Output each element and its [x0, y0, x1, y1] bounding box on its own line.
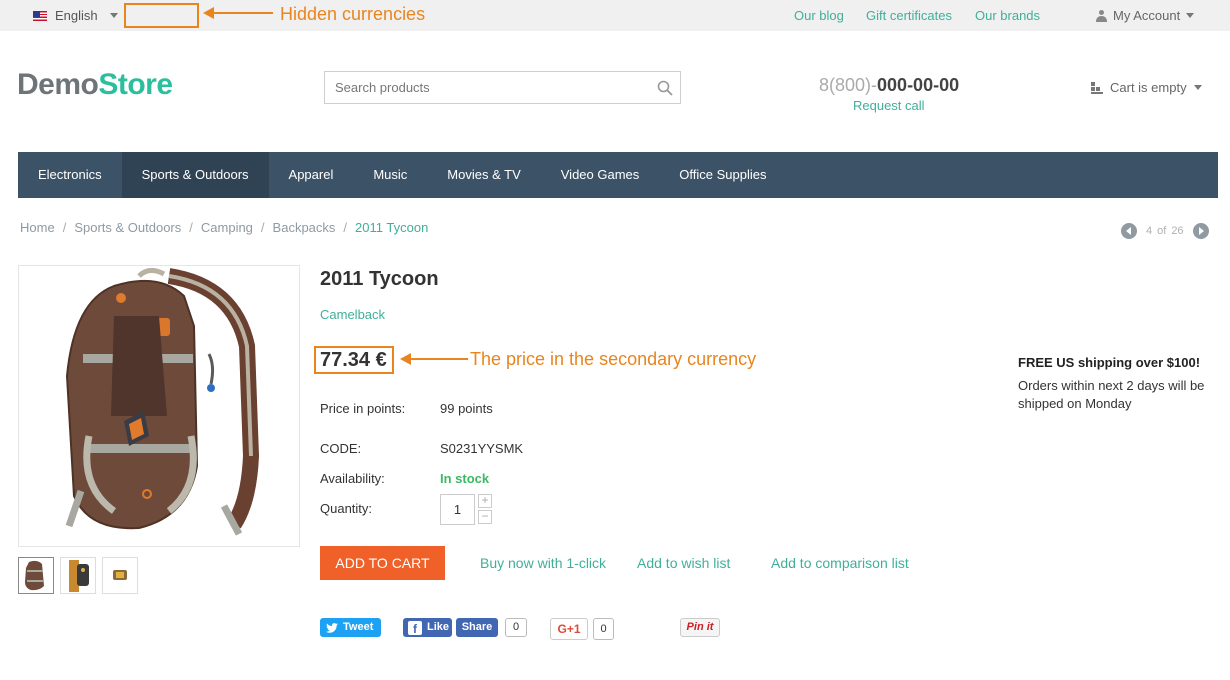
my-account-menu[interactable]: My Account [1096, 8, 1195, 23]
like-label: Like [427, 621, 450, 633]
quantity-label: Quantity: [320, 501, 373, 516]
chevron-down-icon [1186, 13, 1195, 18]
pager-total: 26 [1171, 225, 1184, 237]
nav-item-movies-tv[interactable]: Movies & TV [427, 152, 540, 198]
phone-digits: 000-00-00 [877, 75, 960, 95]
breadcrumb: Home / Sports & Outdoors / Camping / Bac… [20, 220, 428, 235]
hidden-currencies-highlight [124, 3, 199, 28]
logo-store: Store [98, 68, 173, 101]
main-navigation: Electronics Sports & Outdoors Apparel Mu… [18, 152, 1218, 198]
gplus-label: +1 [566, 621, 581, 636]
facebook-like-button[interactable]: f Like [403, 618, 452, 637]
breadcrumb-separator: / [62, 220, 67, 235]
add-to-comparison-list-link[interactable]: Add to comparison list [771, 555, 909, 571]
cart-label: Cart is empty [1110, 80, 1187, 95]
nav-item-electronics[interactable]: Electronics [18, 152, 122, 198]
code-label: CODE: [320, 441, 362, 456]
search-input[interactable] [325, 72, 625, 103]
link-our-blog[interactable]: Our blog [794, 8, 844, 23]
pinterest-pin-it-button[interactable]: Pin it [680, 618, 720, 637]
product-pager: 4 of 26 [1121, 223, 1209, 239]
nav-item-sports-outdoors[interactable]: Sports & Outdoors [121, 152, 269, 198]
quantity-decrease-button[interactable]: − [478, 510, 492, 524]
language-label: English [55, 8, 98, 23]
google-plus-count: 0 [593, 618, 614, 640]
code-value: S0231YYSMK [440, 441, 524, 456]
product-price: 77.34 € [320, 349, 387, 371]
facebook-share-count: 0 [505, 618, 527, 637]
phone-number: 8(800)-000-00-00 [819, 75, 959, 96]
breadcrumb-current: 2011 Tycoon [355, 220, 429, 235]
phone-prefix: 8(800)- [819, 75, 878, 95]
search-box [324, 71, 681, 104]
request-call-link[interactable]: Request call [853, 98, 925, 113]
nav-item-video-games[interactable]: Video Games [541, 152, 660, 198]
link-our-brands[interactable]: Our brands [975, 8, 1040, 23]
chevron-down-icon [109, 13, 118, 18]
previous-product-button[interactable] [1121, 223, 1137, 239]
pager-current: 4 [1146, 225, 1153, 237]
user-icon [1096, 9, 1107, 22]
shipping-title: FREE US shipping over $100! [1018, 355, 1201, 370]
us-flag-icon [33, 10, 47, 21]
buy-now-one-click-link[interactable]: Buy now with 1-click [480, 555, 606, 571]
breadcrumb-camping[interactable]: Camping [201, 220, 253, 235]
logo[interactable]: DemoStore [17, 68, 173, 102]
availability-status: In stock [440, 471, 490, 486]
chevron-down-icon [1193, 85, 1202, 90]
logo-demo: Demo [17, 68, 99, 101]
tweet-button[interactable]: Tweet [320, 618, 381, 637]
cart-icon [1091, 81, 1103, 94]
nav-item-office-supplies[interactable]: Office Supplies [659, 152, 786, 198]
shipping-text: Orders within next 2 days will be shippe… [1018, 378, 1205, 411]
product-thumbnail-3[interactable] [102, 557, 138, 594]
breadcrumb-sports-outdoors[interactable]: Sports & Outdoors [74, 220, 181, 235]
product-thumbnail-2[interactable] [60, 557, 96, 594]
quantity-increase-button[interactable]: + [478, 494, 492, 508]
pager-of: of [1157, 225, 1167, 237]
breadcrumb-separator: / [260, 220, 265, 235]
link-gift-certificates[interactable]: Gift certificates [866, 8, 952, 23]
annotation-arrow [400, 353, 468, 365]
nav-item-music[interactable]: Music [353, 152, 427, 198]
breadcrumb-separator: / [343, 220, 348, 235]
tweet-label: Tweet [343, 621, 374, 633]
breadcrumb-backpacks[interactable]: Backpacks [273, 220, 336, 235]
breadcrumb-home[interactable]: Home [20, 220, 55, 235]
pin-it-label: Pin it [686, 621, 714, 633]
search-icon[interactable] [656, 79, 674, 97]
points-label: Price in points: [320, 401, 406, 416]
annotation-hidden-currencies: Hidden currencies [280, 4, 426, 24]
facebook-icon: f [408, 620, 422, 636]
add-to-cart-button[interactable]: ADD TO CART [320, 546, 445, 580]
nav-item-apparel[interactable]: Apparel [269, 152, 354, 198]
google-plus-icon: G [557, 621, 567, 636]
product-title: 2011 Tycoon [320, 268, 439, 290]
language-selector[interactable]: English [33, 8, 118, 23]
availability-label: Availability: [320, 471, 385, 486]
annotation-arrow [203, 7, 273, 19]
facebook-share-button[interactable]: Share [456, 618, 498, 637]
breadcrumb-separator: / [189, 220, 193, 235]
twitter-bird-icon [326, 622, 338, 633]
google-plus-button[interactable]: G +1 [550, 618, 588, 640]
next-product-button[interactable] [1192, 223, 1209, 239]
cart-widget[interactable]: Cart is empty [1091, 80, 1202, 95]
product-thumbnail-1[interactable] [18, 557, 54, 594]
account-label: My Account [1113, 8, 1181, 23]
product-main-image[interactable] [18, 265, 300, 547]
product-brand-link[interactable]: Camelback [320, 307, 385, 322]
points-value: 99 points [440, 401, 493, 416]
annotation-secondary-currency: The price in the secondary currency [470, 349, 757, 369]
quantity-input[interactable]: 1 [440, 494, 475, 525]
share-label: Share [461, 621, 493, 633]
top-bar: English Hidden currencies Our blog Gift … [0, 0, 1230, 31]
add-to-wish-list-link[interactable]: Add to wish list [637, 555, 730, 571]
